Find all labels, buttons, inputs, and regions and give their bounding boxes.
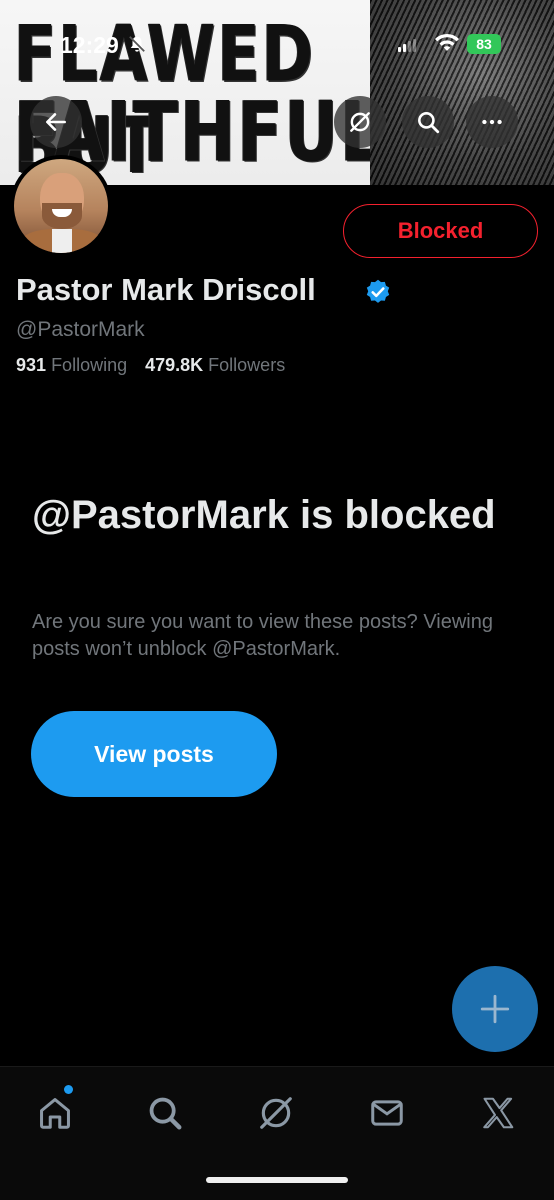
wifi-icon (435, 33, 459, 51)
following-stat[interactable]: 931 Following (16, 355, 127, 376)
nav-x[interactable] (476, 1091, 520, 1135)
view-posts-button[interactable]: View posts (31, 711, 277, 797)
x-logo-icon (483, 1097, 514, 1129)
blocked-button[interactable]: Blocked (343, 204, 538, 258)
arrow-left-icon (46, 113, 66, 131)
more-button[interactable] (466, 96, 518, 148)
following-label: Following (51, 355, 128, 375)
verified-badge-icon (366, 279, 390, 303)
grok-icon (350, 112, 370, 132)
plus-icon (480, 994, 510, 1024)
display-name: Pastor Mark Driscoll (16, 272, 316, 307)
notification-dot (64, 1085, 73, 1094)
nav-grok[interactable] (254, 1091, 298, 1135)
followers-stat[interactable]: 479.8K Followers (145, 355, 285, 376)
battery-indicator: 83 (467, 34, 501, 54)
compose-button[interactable] (452, 966, 538, 1052)
home-icon (40, 1098, 70, 1129)
silent-bell-icon (129, 36, 145, 52)
following-count: 931 (16, 355, 47, 375)
status-bar: 12:29 83 (0, 0, 554, 90)
nav-home[interactable] (33, 1091, 77, 1135)
avatar[interactable] (10, 155, 112, 257)
more-horizontal-icon (482, 119, 502, 125)
search-button[interactable] (402, 96, 454, 148)
back-button[interactable] (30, 96, 82, 148)
grok-icon (260, 1097, 292, 1129)
blocked-title: @PastorMark is blocked (32, 493, 496, 537)
home-indicator (206, 1177, 348, 1183)
status-time: 12:29 (60, 32, 119, 58)
followers-label: Followers (208, 355, 286, 375)
followers-count: 479.8K (145, 355, 204, 375)
search-icon (418, 112, 440, 134)
avatar-photo (14, 159, 108, 253)
handle: @PastorMark (16, 318, 145, 341)
blocked-description: Are you sure you want to view these post… (32, 611, 493, 660)
follow-stats: 931 Following 479.8K Followers (16, 355, 285, 376)
messages-icon (371, 1100, 403, 1126)
search-icon (149, 1097, 182, 1130)
signal-icon (398, 39, 416, 52)
grok-button[interactable] (334, 96, 386, 148)
nav-search[interactable] (143, 1091, 187, 1135)
nav-messages[interactable] (365, 1091, 409, 1135)
